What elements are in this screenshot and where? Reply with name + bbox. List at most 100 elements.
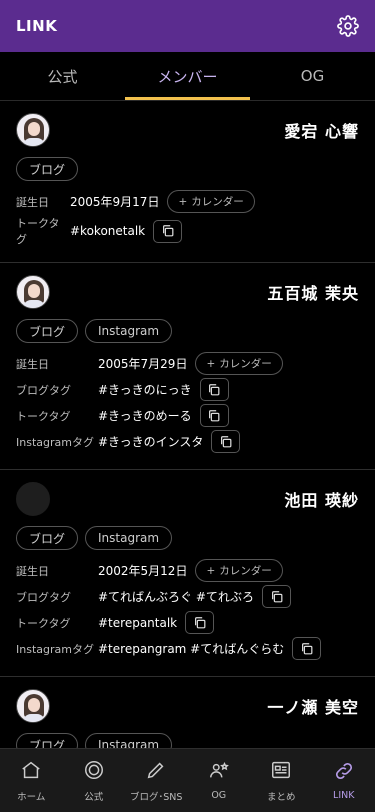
info-value: 2005年9月17日 [70, 195, 160, 209]
avatar-body [23, 300, 45, 308]
link-chips: ブログ Instagram [16, 733, 359, 748]
info-value: 2005年7月29日 [98, 357, 188, 371]
link-chips: ブログ Instagram [16, 319, 359, 343]
link-chips: ブログ [16, 157, 359, 181]
avatar[interactable] [16, 689, 50, 723]
tab-bar: 公式 メンバー OG [0, 52, 375, 101]
avatar-body [23, 714, 45, 722]
info-value: #きっきのインスタ [98, 435, 204, 449]
app-title: LINK [16, 17, 58, 35]
info-value: #きっきのめーる [98, 409, 192, 423]
nav-label: ブログ･SNS [130, 791, 183, 803]
nav-item-people-star[interactable]: OG [188, 749, 251, 812]
info-label: トークタグ [16, 217, 60, 246]
plus-icon: + [206, 564, 216, 577]
avatar[interactable] [16, 275, 50, 309]
info-label: トークタグ [16, 616, 71, 630]
gear-icon[interactable] [337, 15, 359, 37]
calendar-label: カレンダー [191, 196, 244, 208]
member-header: 池田 瑛紗 [16, 482, 359, 516]
info-row: 誕生日 2002年5月12日 + カレンダー [16, 558, 359, 583]
avatar-body [23, 138, 45, 146]
member-header: 五百城 茉央 [16, 275, 359, 309]
member-card: 愛宕 心響 ブログ 誕生日 2005年9月17日 + カレンダー トークタグ #kokonet… [0, 101, 375, 263]
info-row: Instagramタグ #きっきのインスタ [16, 429, 359, 454]
pencil-icon [145, 759, 167, 785]
info-label: Instagramタグ [16, 642, 94, 656]
member-name: 池田 瑛紗 [284, 491, 359, 510]
plus-icon: + [178, 195, 188, 208]
tab-label: OG [300, 67, 325, 85]
info-row: トークタグ #きっきのめーる [16, 403, 359, 428]
nav-item-home[interactable]: ホーム [0, 749, 63, 812]
member-info: 誕生日 2005年9月17日 + カレンダー トークタグ #kokonetalk [16, 189, 359, 247]
info-row: トークタグ #kokonetalk [16, 215, 359, 247]
member-name: 五百城 茉央 [267, 284, 359, 303]
member-info: 誕生日 2005年7月29日 + カレンダー ブログタグ #きっきのにっき トークタグ #きっ… [16, 351, 359, 454]
nav-item-link[interactable]: LINK [313, 749, 375, 812]
blog-chip[interactable]: ブログ [16, 733, 79, 748]
info-row: ブログタグ #てればんぶろぐ #てれぶろ [16, 584, 359, 609]
calendar-label: カレンダー [219, 358, 272, 370]
member-card: 五百城 茉央 ブログ Instagram 誕生日 2005年7月29日 + カレンダー ブログ… [0, 263, 375, 470]
tab-label: メンバー [157, 67, 218, 86]
info-value: #てればんぶろぐ #てれぶろ [98, 590, 255, 604]
link-icon [333, 760, 355, 786]
calendar-label: カレンダー [219, 565, 272, 577]
instagram-chip[interactable]: Instagram [85, 526, 173, 550]
info-label: ブログタグ [16, 590, 71, 604]
nav-label: 公式 [84, 791, 104, 803]
nav-item-pencil[interactable]: ブログ･SNS [125, 749, 188, 812]
nav-item-newspaper[interactable]: まとめ [250, 749, 313, 812]
tab-og[interactable]: OG [250, 52, 375, 100]
people-star-icon [208, 760, 230, 786]
avatar-face [28, 284, 40, 298]
info-value: #きっきのにっき [98, 383, 192, 397]
avatar-face [28, 122, 40, 136]
blog-chip[interactable]: ブログ [16, 157, 79, 181]
plus-icon: + [206, 357, 216, 370]
nav-label: ホーム [17, 791, 46, 803]
member-header: 愛宕 心響 [16, 113, 359, 147]
tab-members[interactable]: メンバー [125, 52, 250, 100]
copy-icon[interactable] [211, 430, 241, 453]
member-name: 一ノ瀬 美空 [267, 698, 359, 717]
info-value: 2002年5月12日 [98, 564, 188, 578]
info-row: 誕生日 2005年7月29日 + カレンダー [16, 351, 359, 376]
avatar[interactable] [16, 113, 50, 147]
info-value: #terepantalk [98, 615, 178, 630]
copy-icon[interactable] [199, 378, 229, 401]
info-row: 誕生日 2005年9月17日 + カレンダー [16, 189, 359, 214]
nav-item-circle[interactable]: 公式 [63, 749, 126, 812]
info-label: トークタグ [16, 409, 71, 423]
avatar-face [28, 698, 40, 712]
member-info: 誕生日 2002年5月12日 + カレンダー ブログタグ #てればんぶろぐ #てれぶろ トー… [16, 558, 359, 661]
member-header: 一ノ瀬 美空 [16, 689, 359, 723]
instagram-chip[interactable]: Instagram [85, 733, 173, 748]
tab-official[interactable]: 公式 [0, 52, 125, 100]
copy-icon[interactable] [185, 611, 215, 634]
member-card: 一ノ瀬 美空ブログ Instagram [0, 677, 375, 748]
info-label: 誕生日 [16, 195, 49, 209]
member-list: 愛宕 心響 ブログ 誕生日 2005年9月17日 + カレンダー トークタグ #kokonet… [0, 101, 375, 748]
tab-label: 公式 [47, 67, 78, 86]
member-card: 池田 瑛紗 ブログ Instagram 誕生日 2002年5月12日 + カレンダー ブログタ… [0, 470, 375, 677]
instagram-chip[interactable]: Instagram [85, 319, 173, 343]
copy-icon[interactable] [262, 585, 292, 608]
blog-chip[interactable]: ブログ [16, 526, 79, 550]
add-calendar-button[interactable]: + カレンダー [195, 352, 283, 375]
blog-chip[interactable]: ブログ [16, 319, 79, 343]
copy-icon[interactable] [153, 219, 183, 243]
circle-icon [83, 759, 105, 785]
nav-label: まとめ [266, 791, 296, 803]
copy-icon[interactable] [199, 404, 229, 427]
avatar[interactable] [16, 482, 50, 516]
info-row: ブログタグ #きっきのにっき [16, 377, 359, 402]
nav-label: LINK [333, 790, 355, 801]
info-row: トークタグ #terepantalk [16, 610, 359, 635]
copy-icon[interactable] [292, 637, 322, 660]
add-calendar-button[interactable]: + カレンダー [167, 190, 255, 213]
add-calendar-button[interactable]: + カレンダー [195, 559, 283, 582]
info-label: Instagramタグ [16, 435, 94, 449]
info-label: 誕生日 [16, 357, 49, 371]
